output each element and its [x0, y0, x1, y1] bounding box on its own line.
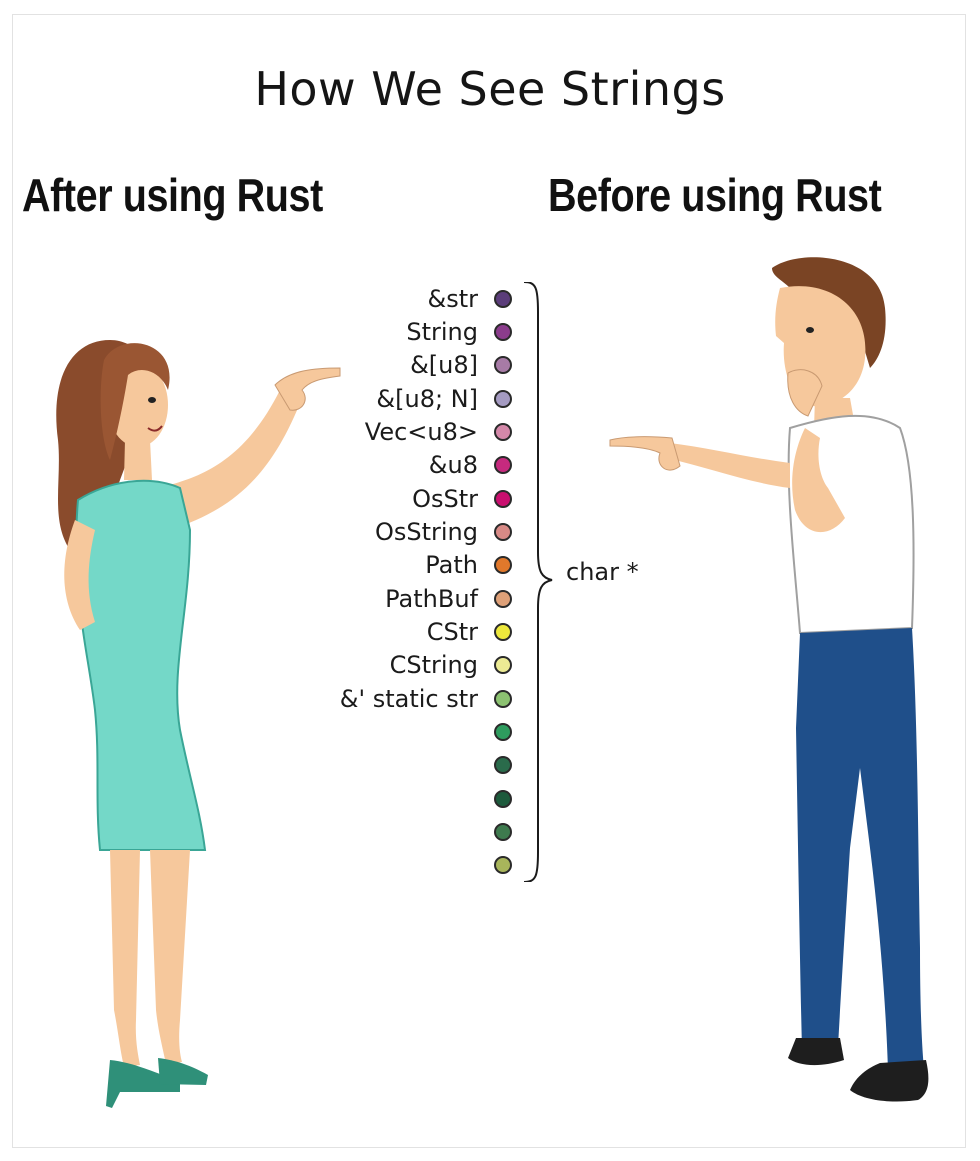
- type-list-item: String: [300, 315, 520, 348]
- type-label: CString: [389, 651, 478, 680]
- color-dot: [494, 689, 512, 708]
- char-pointer-label: char *: [566, 558, 639, 586]
- type-list-item: [300, 749, 520, 782]
- type-list-item: Path: [300, 549, 520, 582]
- type-label: &str: [427, 284, 479, 313]
- color-dot: [494, 356, 512, 375]
- type-label: OsString: [374, 517, 478, 546]
- color-dot: [494, 322, 512, 341]
- after-using-rust-heading: After using Rust: [22, 169, 323, 221]
- type-label: &' static str: [339, 684, 478, 713]
- color-dot: [494, 489, 512, 508]
- color-dot: [494, 456, 512, 475]
- type-label: &[u8; N]: [376, 384, 478, 413]
- color-dot: [494, 289, 512, 308]
- meme-title: How We See Strings: [254, 62, 726, 116]
- meme-canvas: How We See Strings After using Rust Befo…: [0, 0, 980, 1161]
- type-list-item: &[u8]: [300, 349, 520, 382]
- type-label: PathBuf: [385, 584, 478, 613]
- type-list-item: [300, 849, 520, 882]
- type-list-item: OsStr: [300, 482, 520, 515]
- type-label: String: [406, 317, 478, 346]
- type-list-item: [300, 815, 520, 848]
- color-dot: [494, 656, 512, 675]
- color-dot: [494, 422, 512, 441]
- color-dot: [494, 722, 512, 741]
- color-dot: [494, 856, 512, 875]
- before-using-rust-heading: Before using Rust: [548, 169, 882, 221]
- color-dot: [494, 756, 512, 775]
- type-list-item: Vec<u8>: [300, 415, 520, 448]
- type-list-item: CStr: [300, 615, 520, 648]
- type-label: &u8: [428, 451, 478, 480]
- type-label: Path: [425, 551, 478, 580]
- type-list-item: &[u8; N]: [300, 382, 520, 415]
- type-label: &[u8]: [410, 351, 478, 380]
- color-dot: [494, 389, 512, 408]
- rust-string-types-list: &str String &[u8] &[u8; N] Vec<u8> &u8 OsStr Os…: [300, 282, 520, 882]
- type-list-item: &' static str: [300, 682, 520, 715]
- man-illustration: [609, 257, 929, 1102]
- type-list-item: CString: [300, 649, 520, 682]
- type-list-item: &str: [300, 282, 520, 315]
- curly-brace: [523, 282, 553, 882]
- type-label: OsStr: [412, 484, 478, 513]
- color-dot: [494, 789, 512, 808]
- color-dot: [494, 622, 512, 641]
- type-list-item: PathBuf: [300, 582, 520, 615]
- type-list-item: [300, 715, 520, 748]
- color-dot: [494, 822, 512, 841]
- type-list-item: &u8: [300, 449, 520, 482]
- type-list-item: OsString: [300, 515, 520, 548]
- color-dot: [494, 556, 512, 575]
- type-label: CStr: [426, 617, 478, 646]
- type-list-item: [300, 782, 520, 815]
- type-label: Vec<u8>: [364, 417, 478, 446]
- color-dot: [494, 589, 512, 608]
- color-dot: [494, 522, 512, 541]
